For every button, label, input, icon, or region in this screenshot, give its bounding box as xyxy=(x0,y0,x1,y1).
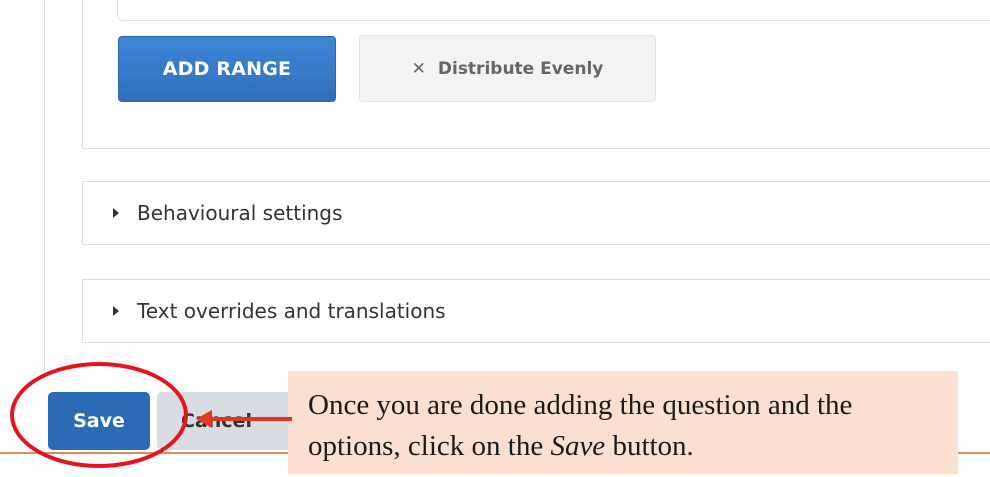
caret-right-icon xyxy=(113,306,119,316)
range-list-bottom xyxy=(117,0,990,21)
distribute-evenly-button[interactable]: ✕ Distribute Evenly xyxy=(359,35,656,102)
caret-right-icon xyxy=(113,208,119,218)
cancel-button[interactable]: Cancel xyxy=(157,392,292,450)
instruction-callout: Once you are done adding the question an… xyxy=(288,371,958,474)
callout-text-emphasis: Save xyxy=(550,430,606,462)
accordion-text-overrides[interactable]: Text overrides and translations xyxy=(82,279,990,343)
accordion-label: Text overrides and translations xyxy=(137,299,446,323)
save-button[interactable]: Save xyxy=(48,392,150,450)
pointer-arrow-line xyxy=(208,417,292,421)
arrow-left-icon xyxy=(196,410,212,428)
accordion-label: Behavioural settings xyxy=(137,201,343,225)
close-x-icon: ✕ xyxy=(411,58,426,79)
add-range-button[interactable]: ADD RANGE xyxy=(118,36,336,102)
accordion-behavioural-settings[interactable]: Behavioural settings xyxy=(82,181,990,245)
page-left-border xyxy=(44,0,45,380)
callout-text-end: button. xyxy=(605,430,694,462)
distribute-evenly-label: Distribute Evenly xyxy=(437,58,604,79)
